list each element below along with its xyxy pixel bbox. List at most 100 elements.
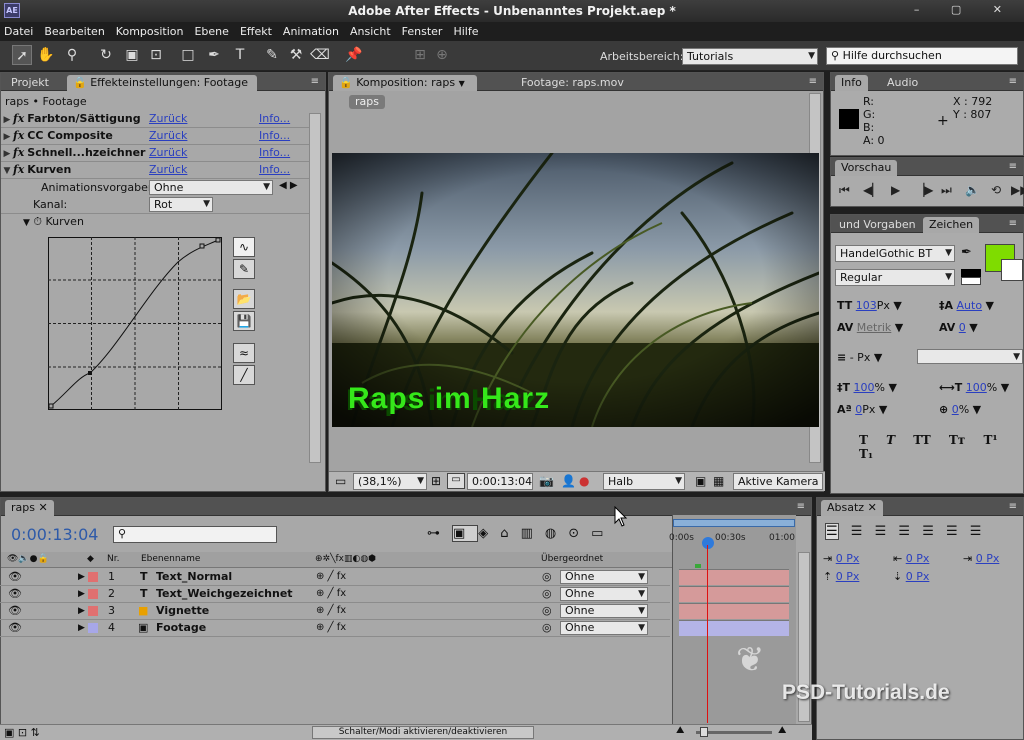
- indent-right-value[interactable]: 0 Px: [906, 552, 930, 565]
- tab-preview[interactable]: Vorschau: [835, 160, 898, 176]
- zoom-tool-icon[interactable]: ⚲: [62, 45, 82, 65]
- layer-bar[interactable]: [679, 620, 789, 636]
- effect-row[interactable]: ▼ fx Kurven Zurück Info...: [1, 162, 321, 179]
- scrollbar[interactable]: [309, 113, 321, 463]
- tab-project[interactable]: Projekt: [5, 75, 55, 91]
- tab-presets[interactable]: und Vorgaben: [833, 217, 922, 233]
- layer-switches-icons[interactable]: ⊕ ╱ fx: [316, 603, 346, 619]
- superscript-button[interactable]: T¹: [983, 433, 997, 447]
- eye-icon[interactable]: 👁: [8, 620, 22, 636]
- expand-triangle-icon[interactable]: ▶: [1, 129, 13, 145]
- reset-link[interactable]: Zurück: [149, 128, 187, 144]
- axis-mode-icon[interactable]: ⊞: [410, 45, 430, 65]
- zoom-dropdown[interactable]: (38,1%) ▼: [353, 473, 427, 490]
- pickwhip-icon[interactable]: ◎: [542, 569, 552, 585]
- faux-italic-button[interactable]: T: [886, 433, 895, 447]
- snapshot-icon[interactable]: 📷: [539, 474, 554, 488]
- align-center-icon[interactable]: ☰: [851, 524, 863, 539]
- info-link[interactable]: Info...: [259, 145, 290, 161]
- layer-name[interactable]: Footage: [156, 620, 206, 636]
- first-line-indent-field[interactable]: ⇥ 0 Px: [963, 552, 999, 565]
- curve-point[interactable]: [48, 403, 54, 409]
- vertical-scale-row[interactable]: ‡T 100% ▼: [837, 381, 897, 394]
- layer-switches-icons[interactable]: ⊕ ╱ fx: [316, 569, 346, 585]
- panel-menu-icon[interactable]: ≡: [1009, 161, 1017, 172]
- layer-switches-icons[interactable]: ⊕ ╱ fx: [316, 620, 346, 636]
- frame-blending-icon[interactable]: ▥: [521, 526, 545, 541]
- selection-tool-icon[interactable]: ➚: [12, 45, 32, 65]
- space-before-value[interactable]: 0 Px: [836, 570, 860, 583]
- resolution-dropdown[interactable]: Halb ▼: [603, 473, 685, 490]
- rectangle-tool-icon[interactable]: □: [178, 45, 198, 65]
- indent-left-field[interactable]: ⇥ 0 Px: [823, 552, 859, 565]
- eye-icon[interactable]: 👁: [8, 569, 22, 585]
- expand-triangle-icon[interactable]: ▶: [78, 603, 85, 619]
- brainstorm-icon[interactable]: ▭: [591, 526, 615, 541]
- layer-row[interactable]: 👁 ▶ 3 ■ Vignette ⊕ ╱ fx ◎ Ohne ▼: [0, 603, 670, 620]
- label-color-swatch[interactable]: [88, 623, 98, 633]
- comp-flowchart-icon[interactable]: ⊶: [427, 526, 452, 541]
- save-icon[interactable]: 💾: [233, 311, 255, 331]
- parent-dropdown[interactable]: Ohne ▼: [560, 604, 648, 618]
- pencil-icon[interactable]: ✎: [233, 259, 255, 279]
- justify-right-icon[interactable]: ☰: [946, 524, 958, 539]
- panel-menu-icon[interactable]: ≡: [1009, 218, 1017, 229]
- channel-dropdown[interactable]: Rot ▼: [149, 197, 213, 212]
- expand-triangle-icon[interactable]: ▶: [78, 620, 85, 636]
- first-frame-icon[interactable]: ⏮: [839, 183, 850, 198]
- tab-audio[interactable]: Audio: [881, 75, 924, 91]
- eyedropper-icon[interactable]: ✒: [961, 245, 972, 260]
- world-axis-icon[interactable]: ⊕: [432, 45, 452, 65]
- puppet-pin-tool-icon[interactable]: 📌: [344, 45, 364, 65]
- parent-dropdown[interactable]: Ohne ▼: [560, 570, 648, 584]
- menu-datei[interactable]: Datei: [4, 25, 33, 38]
- curves-property[interactable]: ▼ ⏱ Kurven: [23, 215, 84, 229]
- title-safe-icon[interactable]: ⊞: [431, 474, 441, 488]
- fx-icon[interactable]: fx: [13, 129, 24, 142]
- loop-icon[interactable]: ⟲: [991, 183, 1001, 197]
- show-snapshot-icon[interactable]: 👤: [561, 474, 576, 488]
- parent-dropdown[interactable]: Ohne ▼: [560, 587, 648, 601]
- tab-effect-controls[interactable]: 🔒 Effekteinstellungen: Footage: [67, 75, 257, 91]
- timecode-field[interactable]: 0:00:13:04: [467, 473, 533, 490]
- justify-left-icon[interactable]: ☰: [898, 524, 910, 539]
- camera-dropdown[interactable]: Aktive Kamera: [733, 473, 823, 490]
- reset-link[interactable]: Zurück: [149, 111, 187, 127]
- tsume-row[interactable]: ⊕ 0% ▼: [939, 403, 981, 416]
- all-caps-button[interactable]: TT: [913, 433, 930, 447]
- eye-icon[interactable]: 👁: [8, 603, 22, 619]
- pickwhip-icon[interactable]: ◎: [542, 620, 552, 636]
- effect-row[interactable]: ▶ fx Schnell...hzeichner Zurück Info...: [1, 145, 321, 162]
- justify-all-icon[interactable]: ☰: [970, 524, 982, 539]
- eraser-tool-icon[interactable]: ⌫: [310, 45, 330, 65]
- stroke-color-swatch[interactable]: [1001, 259, 1023, 281]
- smooth-curve-icon[interactable]: ≈: [233, 343, 255, 363]
- menu-animation[interactable]: Animation: [283, 25, 339, 38]
- tab-timeline[interactable]: raps ✕: [5, 500, 54, 516]
- layer-row[interactable]: 👁 ▶ 1 T Text_Normal ⊕ ╱ fx ◎ Ohne ▼: [0, 569, 670, 586]
- font-size-row[interactable]: TT 103Px ▼: [837, 299, 902, 312]
- style-dropdown[interactable]: Regular ▼: [835, 269, 955, 286]
- zoom-slider-thumb[interactable]: [700, 727, 708, 737]
- draft-3d-icon[interactable]: ◈: [478, 526, 500, 541]
- fx-icon[interactable]: fx: [13, 163, 24, 176]
- layer-bar[interactable]: [679, 586, 789, 602]
- horizontal-scale-row[interactable]: ⟷T 100% ▼: [939, 381, 1009, 394]
- layer-name[interactable]: Text_Weichgezeichnet: [156, 586, 293, 602]
- space-before-field[interactable]: ⇡ 0 Px: [823, 570, 859, 583]
- tab-paragraph[interactable]: Absatz ✕: [821, 500, 883, 516]
- curve-point[interactable]: [199, 243, 205, 249]
- footer-toggle-icons[interactable]: ▣ ⊡ ⇅: [4, 726, 40, 739]
- layer-switches-icons[interactable]: ⊕ ╱ fx: [316, 586, 346, 602]
- menu-fenster[interactable]: Fenster: [402, 25, 443, 38]
- last-frame-icon[interactable]: ⏭: [941, 183, 952, 198]
- presets-dropdown[interactable]: Ohne ▼: [149, 180, 273, 195]
- label-color-swatch[interactable]: [88, 572, 98, 582]
- faux-bold-button[interactable]: T: [859, 433, 868, 447]
- open-folder-icon[interactable]: 📂: [233, 289, 255, 309]
- indent-left-value[interactable]: 0 Px: [836, 552, 860, 565]
- curve-point[interactable]: [88, 371, 92, 375]
- layer-name[interactable]: Vignette: [156, 603, 209, 619]
- menu-ebene[interactable]: Ebene: [194, 25, 228, 38]
- tracking-value[interactable]: 0: [959, 321, 966, 334]
